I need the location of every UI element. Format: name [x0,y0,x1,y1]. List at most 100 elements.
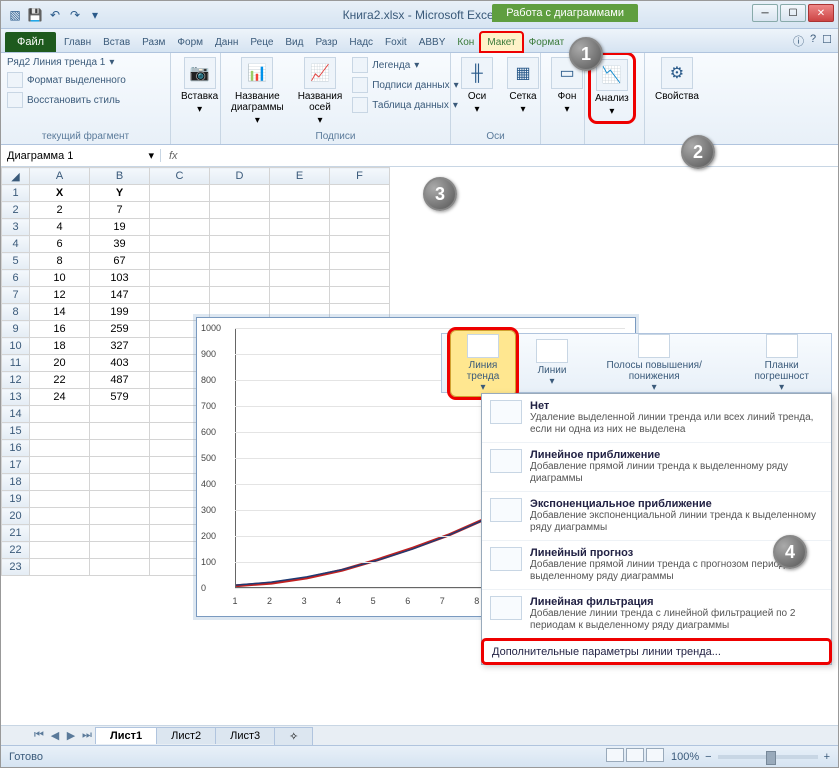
gridlines-button[interactable]: ▦Сетка▾ [503,55,543,117]
sheet-tab-1[interactable]: Лист1 [95,727,157,744]
axis-titles-button[interactable]: 📈Названия осей▾ [294,55,347,128]
trendline-exponential[interactable]: Экспоненциальное приближениеДобавление э… [482,492,831,541]
row-header[interactable]: 21 [2,525,30,542]
reset-style-button[interactable]: Восстановить стиль [7,90,164,110]
cell[interactable]: 199 [90,304,150,321]
cell[interactable]: 147 [90,287,150,304]
data-labels-button[interactable]: Подписи данных ▾ [352,75,458,95]
cell[interactable]: 327 [90,338,150,355]
cell[interactable]: 16 [30,321,90,338]
trendline-more-options[interactable]: Дополнительные параметры линии тренда... [482,639,831,664]
tab-developer[interactable]: Разр [309,33,343,52]
tab-format[interactable]: Формат [523,33,571,52]
tab-abbyy[interactable]: ABBY [413,33,452,52]
window-restore-icon[interactable]: ☐ [822,33,832,49]
cell[interactable]: 19 [90,219,150,236]
cell[interactable]: 24 [30,389,90,406]
sheet-tab-2[interactable]: Лист2 [156,727,216,744]
help-icon[interactable]: ? [810,33,816,49]
zoom-level[interactable]: 100% [671,751,699,763]
row-header[interactable]: 9 [2,321,30,338]
trendline-linear[interactable]: Линейное приближениеДобавление прямой ли… [482,443,831,492]
cell[interactable]: 8 [30,253,90,270]
chart-title-button[interactable]: 📊Название диаграммы▾ [227,55,288,128]
sheet-nav-first[interactable]: ⏮ [31,729,47,742]
sheet-nav-last[interactable]: ⏭ [79,729,95,742]
format-selection-button[interactable]: Формат выделенного [7,70,164,90]
row-header[interactable]: 10 [2,338,30,355]
minimize-button[interactable]: ─ [752,4,778,22]
tab-design[interactable]: Кон [451,33,480,52]
cell[interactable]: 103 [90,270,150,287]
cell[interactable]: 18 [30,338,90,355]
col-header[interactable]: F [330,168,390,185]
row-header[interactable]: 14 [2,406,30,423]
cell[interactable]: 20 [30,355,90,372]
row-header[interactable]: 23 [2,559,30,576]
cell[interactable]: 67 [90,253,150,270]
cell[interactable]: 39 [90,236,150,253]
tab-pagelayout[interactable]: Разм [136,33,171,52]
row-header[interactable]: 7 [2,287,30,304]
tab-formulas[interactable]: Форм [171,33,209,52]
legend-button[interactable]: Легенда ▾ [352,55,458,75]
tab-foxit[interactable]: Foxit [379,33,413,52]
name-box[interactable]: Диаграмма 1▾ [1,149,161,162]
minimize-ribbon-icon[interactable]: ⓘ [793,33,804,49]
cell[interactable]: X [30,185,90,202]
row-header[interactable]: 1 [2,185,30,202]
tab-addins[interactable]: Надс [343,33,379,52]
zoom-in-button[interactable]: + [824,751,830,763]
worksheet-area[interactable]: ◢ A B C D E F 1XY 227 3419 4639 5867 610… [1,167,838,727]
cell[interactable]: 10 [30,270,90,287]
sheet-tab-3[interactable]: Лист3 [215,727,275,744]
cell[interactable]: 12 [30,287,90,304]
tab-review[interactable]: Реце [244,33,279,52]
namebox-dropdown-icon[interactable]: ▾ [148,149,154,162]
view-buttons[interactable] [605,748,665,765]
fx-label[interactable]: fx [161,150,186,162]
cell[interactable]: 403 [90,355,150,372]
cell[interactable]: 7 [90,202,150,219]
tab-insert[interactable]: Встав [97,33,136,52]
lines-button[interactable]: Линии▾ [536,339,568,387]
cell[interactable]: 6 [30,236,90,253]
row-header[interactable]: 20 [2,508,30,525]
cell[interactable]: 4 [30,219,90,236]
redo-icon[interactable]: ↷ [67,7,83,23]
save-icon[interactable]: 💾 [27,7,43,23]
error-bars-button[interactable]: Планки погрешност▾ [740,334,823,393]
col-header[interactable]: D [210,168,270,185]
close-button[interactable]: ✕ [808,4,834,22]
cell[interactable]: Y [90,185,150,202]
updown-bars-button[interactable]: Полосы повышения/понижения▾ [588,334,720,393]
tab-data[interactable]: Данн [209,33,244,52]
data-table-button[interactable]: Таблица данных ▾ [352,95,458,115]
row-header[interactable]: 6 [2,270,30,287]
row-header[interactable]: 16 [2,440,30,457]
properties-button[interactable]: ⚙Свойства [651,55,703,104]
row-header[interactable]: 5 [2,253,30,270]
zoom-out-button[interactable]: − [705,751,711,763]
file-tab[interactable]: Файл [5,32,56,52]
cell[interactable]: 14 [30,304,90,321]
maximize-button[interactable]: ☐ [780,4,806,22]
trendline-none[interactable]: НетУдаление выделенной линии тренда или … [482,394,831,443]
tab-home[interactable]: Главн [58,33,97,52]
cell[interactable]: 259 [90,321,150,338]
undo-icon[interactable]: ↶ [47,7,63,23]
qat-more-icon[interactable]: ▾ [87,7,103,23]
row-header[interactable]: 12 [2,372,30,389]
cell[interactable]: 487 [90,372,150,389]
col-header[interactable]: E [270,168,330,185]
new-sheet-button[interactable]: ✧ [274,727,313,745]
row-header[interactable]: 15 [2,423,30,440]
sheet-nav-next[interactable]: ▶ [63,729,79,742]
col-header[interactable]: C [150,168,210,185]
zoom-slider[interactable] [718,755,818,759]
row-header[interactable]: 13 [2,389,30,406]
tab-view[interactable]: Вид [279,33,309,52]
trendline-moving-avg[interactable]: Линейная фильтрацияДобавление линии трен… [482,590,831,639]
axes-button[interactable]: ╫Оси▾ [457,55,497,117]
row-header[interactable]: 2 [2,202,30,219]
